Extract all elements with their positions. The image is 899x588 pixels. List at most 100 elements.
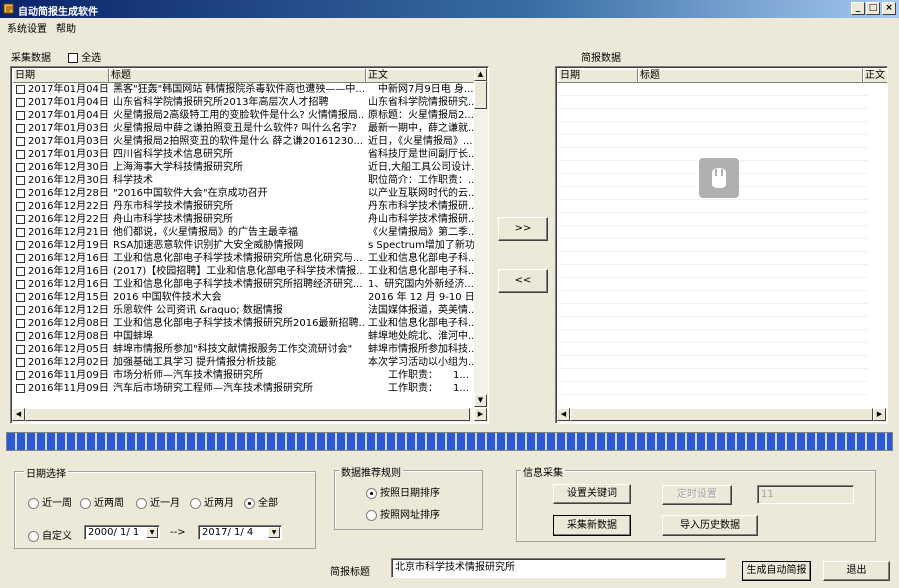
radio-icon[interactable] [80,497,91,509]
collected-data-list[interactable]: 日期 标题 正文 2017年01月04日 黑客"狂轰"韩国网站 韩情报院杀毒软件商… [10,66,489,424]
row-checkbox[interactable] [16,345,25,354]
minimize-button[interactable]: _ [851,2,865,15]
horizontal-scrollbar[interactable]: ◀ ▶ [12,408,488,422]
brief-scroll-thumb[interactable] [570,408,873,421]
vertical-scrollbar[interactable]: ▲ ▼ [474,68,488,407]
brief-horizontal-scrollbar[interactable]: ◀ ▶ [557,408,886,422]
scroll-down-icon[interactable]: ▼ [474,394,487,407]
row-title: 2016 中国软件技术大会 [113,292,222,303]
column-title[interactable]: 标题 [109,69,366,83]
import-history-button[interactable]: 导入历史数据 [662,515,758,536]
row-checkbox[interactable] [16,228,25,237]
select-all-checkbox[interactable]: 全选 [68,49,101,64]
row-checkbox[interactable] [16,293,25,302]
start-date-picker[interactable]: 2000/ 1/ 1 ▼ [84,525,160,540]
set-keywords-button[interactable]: 设置关键词 [553,484,631,504]
recommend-rule-title: 数据推荐规则 [339,464,403,479]
empty-row [558,135,868,148]
row-checkbox[interactable] [16,306,25,315]
row-title: 他们都说，《火星情报局》的广告主最幸福 [113,227,298,238]
brief-scroll-right-icon[interactable]: ▶ [873,408,886,421]
row-checkbox[interactable] [16,163,25,172]
scroll-right-icon[interactable]: ▶ [474,408,487,421]
row-checkbox[interactable] [16,150,25,159]
add-to-brief-button[interactable]: >> [498,217,548,241]
remove-from-brief-button[interactable]: << [498,269,548,293]
radio-icon[interactable] [28,530,39,542]
radio-sort-by-date[interactable]: 按照日期排序 [366,484,440,499]
row-checkbox[interactable] [16,215,25,224]
radio-icon[interactable] [244,497,255,509]
brief-title-input[interactable]: 北京市科学技术情报研究所 [391,558,726,578]
brief-column-date[interactable]: 日期 [558,69,638,83]
radio-near-week[interactable]: 近一周 [28,494,72,509]
radio-all[interactable]: 全部 [244,494,278,509]
end-date-picker[interactable]: 2017/ 1/ 4 ▼ [198,525,282,540]
empty-row [558,109,868,122]
row-checkbox[interactable] [16,124,25,133]
row-date: 2017年01月04日 [28,110,108,121]
row-title: 黑客"狂轰"韩国网站 韩情报院杀毒软件商也遭殃——中... [113,84,364,95]
menu-system-settings[interactable]: 系统设置 [7,20,47,35]
exit-button[interactable]: 退出 [823,561,890,581]
select-all-box[interactable] [68,53,78,63]
column-body[interactable]: 正文 [366,69,486,83]
radio-near-two-weeks[interactable]: 近两周 [80,494,124,509]
radio-icon[interactable] [366,487,377,499]
row-body: s Spectrum增加了新功... [368,240,474,251]
row-checkbox[interactable] [16,371,25,380]
row-checkbox[interactable] [16,254,25,263]
radio-near-month[interactable]: 近一月 [136,494,180,509]
chevron-down-icon[interactable]: ▼ [146,527,158,538]
column-date[interactable]: 日期 [13,69,109,83]
timer-value-field[interactable]: 11 [757,485,854,504]
collect-new-data-button[interactable]: 采集新数据 [553,515,631,536]
brief-scroll-left-icon[interactable]: ◀ [557,408,570,421]
radio-icon[interactable] [136,497,147,509]
row-date: 2017年01月04日 [28,97,108,108]
radio-label: 近一周 [42,498,72,509]
row-checkbox[interactable] [16,319,25,328]
radio-label: 按照日期排序 [380,488,440,499]
row-checkbox[interactable] [16,98,25,107]
row-checkbox[interactable] [16,137,25,146]
scroll-up-icon[interactable]: ▲ [474,68,487,81]
row-checkbox[interactable] [16,111,25,120]
row-checkbox[interactable] [16,267,25,276]
row-checkbox[interactable] [16,85,25,94]
row-checkbox[interactable] [16,280,25,289]
menu-help[interactable]: 帮助 [56,20,76,35]
radio-icon[interactable] [28,497,39,509]
empty-row [558,317,868,330]
generate-brief-button[interactable]: 生成自动简报 [742,561,811,581]
row-checkbox[interactable] [16,332,25,341]
row-checkbox[interactable] [16,241,25,250]
maximize-button[interactable]: □ [866,2,880,15]
row-checkbox[interactable] [16,384,25,393]
date-range-arrow: --> [170,527,186,538]
empty-row [558,213,868,226]
row-checkbox[interactable] [16,358,25,367]
row-body: 工业和信息化部电子科... [368,253,474,264]
row-checkbox[interactable] [16,202,25,211]
scroll-thumb[interactable] [474,81,487,109]
scroll-thumb-horizontal[interactable] [25,408,470,421]
row-checkbox[interactable] [16,176,25,185]
radio-sort-by-url[interactable]: 按照网址排序 [366,506,440,521]
brief-data-list[interactable]: 日期 标题 正文 ◀ ▶ [555,66,888,424]
brief-column-body[interactable]: 正文 [863,69,887,83]
empty-row [558,291,868,304]
chevron-down-icon[interactable]: ▼ [268,527,280,538]
radio-icon[interactable] [366,509,377,521]
close-button[interactable]: × [882,2,896,15]
timer-settings-button[interactable]: 定时设置 [662,485,732,505]
row-checkbox[interactable] [16,189,25,198]
radio-label: 近一月 [150,498,180,509]
empty-row [558,382,868,395]
scroll-left-icon[interactable]: ◀ [12,408,25,421]
radio-icon[interactable] [190,497,201,509]
radio-near-two-months[interactable]: 近两月 [190,494,234,509]
radio-custom[interactable]: 自定义 [28,527,72,542]
brief-column-title[interactable]: 标题 [638,69,863,83]
brief-title-label: 简报标题 [330,567,370,578]
